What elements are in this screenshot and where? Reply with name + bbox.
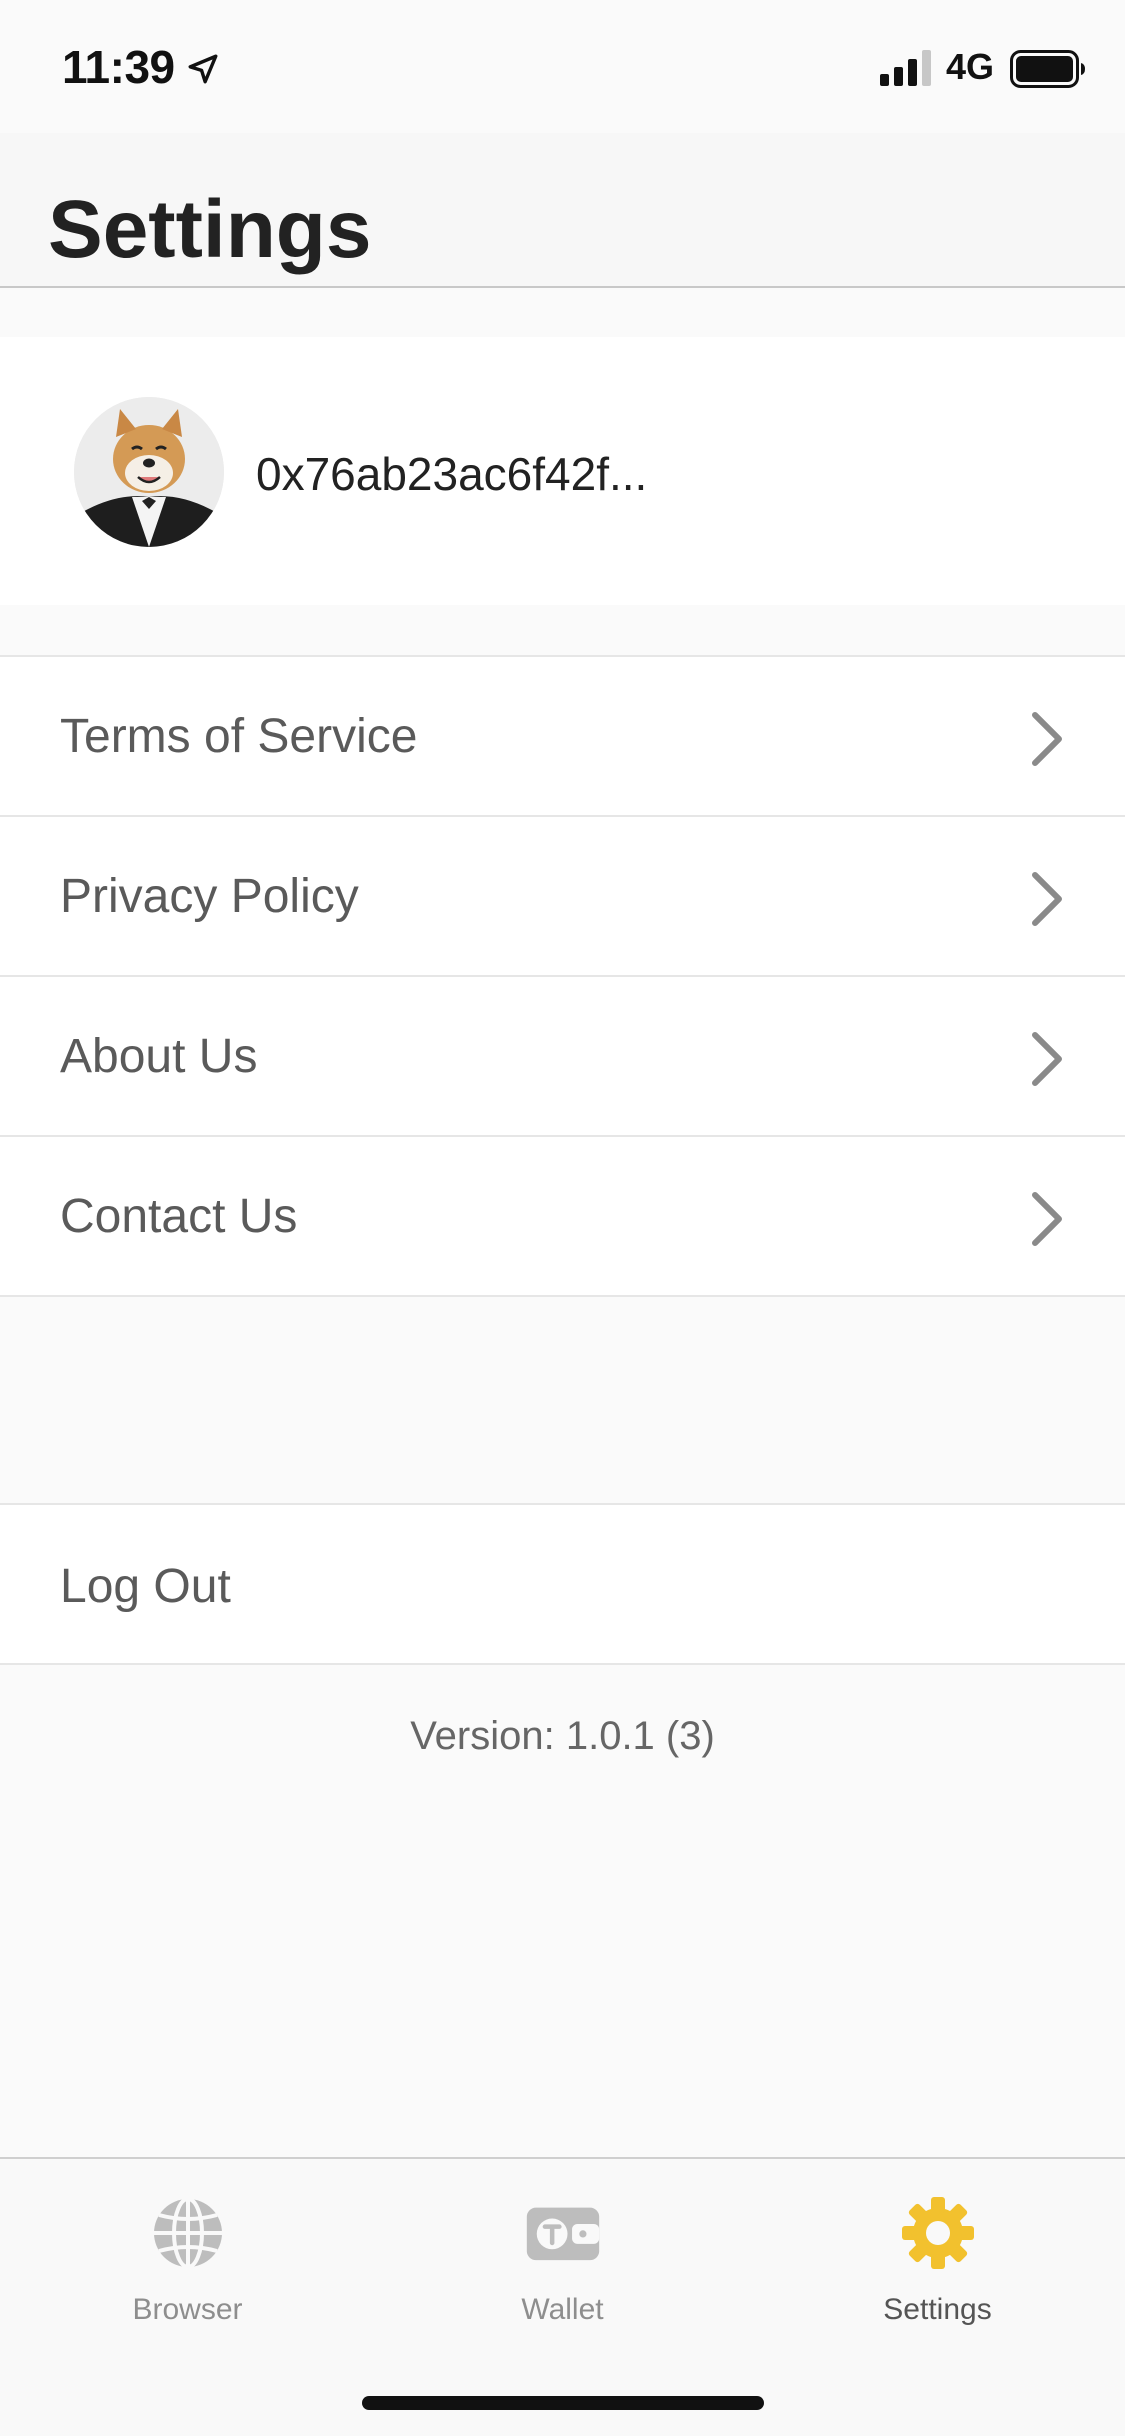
location-arrow-icon (188, 54, 218, 84)
menu-item-contact-us[interactable]: Contact Us (0, 1137, 1125, 1297)
network-type: 4G (946, 46, 995, 87)
menu-item-label: Privacy Policy (60, 870, 359, 923)
wallet-icon (526, 2207, 599, 2261)
battery-icon (1010, 50, 1085, 88)
page-title: Settings (48, 184, 372, 275)
home-indicator (362, 2396, 764, 2410)
dog-avatar-image (74, 397, 224, 547)
tab-label: Browser (132, 2293, 243, 2326)
menu-item-terms-of-service[interactable]: Terms of Service (0, 657, 1125, 817)
profile-card[interactable]: 0x76ab23ac6f42f... (0, 337, 1125, 605)
logout-button[interactable]: Log Out (0, 1503, 1125, 1665)
settings-menu: Terms of Service Privacy Policy About Us… (0, 655, 1125, 1297)
tab-browser[interactable]: Browser (0, 2159, 375, 2359)
tab-wallet[interactable]: Wallet (375, 2159, 750, 2359)
menu-item-label: Terms of Service (60, 710, 418, 763)
chevron-right-icon (1032, 1032, 1062, 1086)
tab-bar: Browser Wallet Settings (0, 2157, 1125, 2436)
chevron-right-icon (1032, 872, 1062, 926)
tab-label: Wallet (521, 2293, 604, 2326)
menu-item-about-us[interactable]: About Us (0, 977, 1125, 1137)
globe-icon (153, 2197, 222, 2269)
status-bar: 11:39 4G (0, 0, 1125, 133)
navigation-header: Settings (0, 133, 1125, 288)
tab-label: Settings (883, 2293, 992, 2326)
logout-label: Log Out (60, 1560, 231, 1613)
avatar (74, 397, 224, 547)
gear-icon (901, 2197, 974, 2269)
tab-settings[interactable]: Settings (750, 2159, 1125, 2359)
wallet-address: 0x76ab23ac6f42f... (256, 448, 648, 500)
cellular-signal-icon (880, 50, 931, 86)
chevron-right-icon (1032, 712, 1062, 766)
menu-item-label: Contact Us (60, 1190, 298, 1243)
menu-item-privacy-policy[interactable]: Privacy Policy (0, 817, 1125, 977)
menu-item-label: About Us (60, 1030, 258, 1083)
version-text: Version: 1.0.1 (3) (410, 1714, 715, 1758)
status-time: 11:39 (62, 41, 175, 93)
chevron-right-icon (1032, 1192, 1062, 1246)
